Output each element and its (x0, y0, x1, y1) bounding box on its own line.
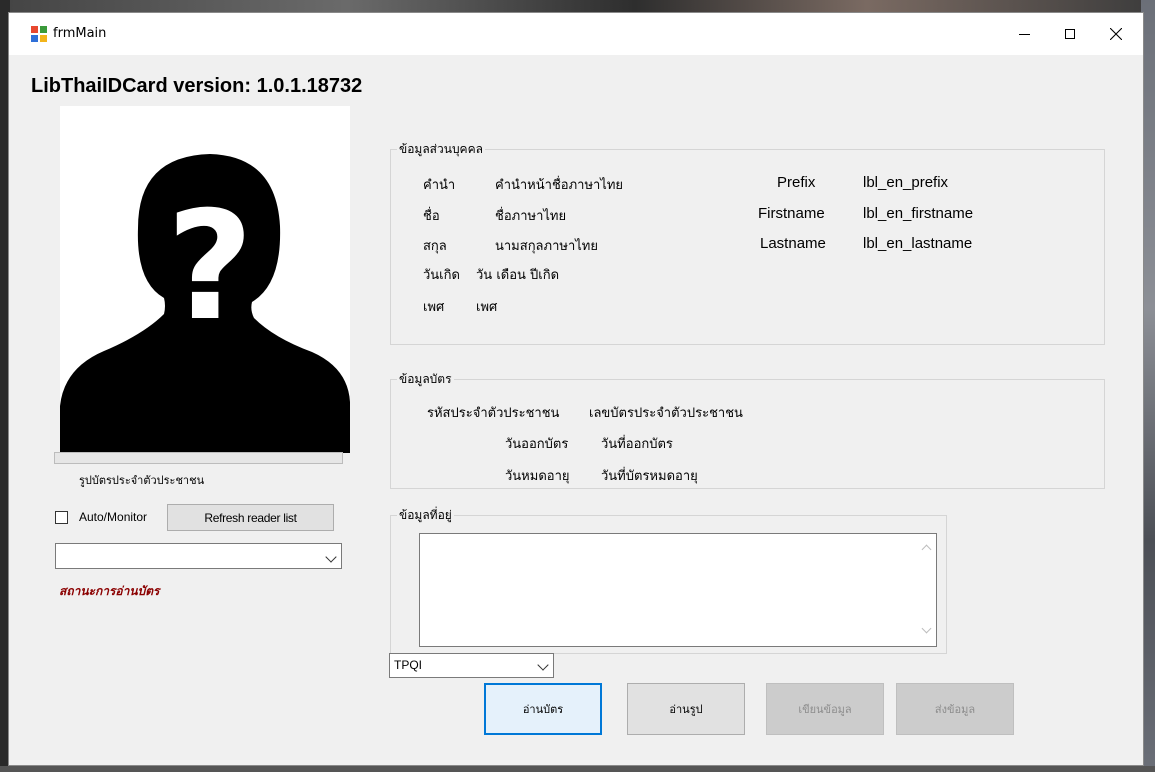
window-title: frmMain (53, 26, 107, 41)
en-firstname-value: lbl_en_firstname (863, 205, 974, 222)
reader-mode-select[interactable]: TPQI (389, 653, 554, 678)
app-version-label: LibThaiIDCard version: 1.0.1.18732 (31, 75, 363, 97)
thai-firstname-label: ชื่อ (423, 209, 440, 224)
close-button[interactable] (1093, 13, 1139, 55)
maximize-icon (1065, 29, 1075, 39)
personal-info-group: ข้อมูลส่วนบุคคล คำนำ คำนำหน้าชื่อภาษาไทย… (390, 140, 1105, 345)
card-info-legend: ข้อมูลบัตร (397, 370, 454, 389)
minimize-button[interactable] (1001, 13, 1047, 55)
photo-caption: รูปบัตรประจำตัวประชาชน (79, 474, 205, 487)
issue-date-value: วันที่ออกบัตร (601, 437, 673, 452)
main-window: frmMain LibThaiIDCard version: 1.0.1.187… (8, 12, 1144, 766)
maximize-button[interactable] (1047, 13, 1093, 55)
read-photo-button[interactable]: อ่านรูป (627, 683, 745, 735)
title-bar[interactable]: frmMain (9, 13, 1143, 55)
personal-info-legend: ข้อมูลส่วนบุคคล (397, 140, 485, 159)
issue-date-label: วันออกบัตร (505, 437, 569, 452)
en-lastname-value: lbl_en_lastname (863, 235, 973, 252)
scroll-up-icon (921, 544, 932, 555)
thai-prefix-label: คำนำ (423, 178, 456, 193)
svg-text:?: ? (166, 180, 253, 354)
write-data-button[interactable]: เขียนข้อมูล (766, 683, 884, 735)
expiry-date-value: วันที่บัตรหมดอายุ (601, 469, 698, 484)
address-scrollbar[interactable] (918, 534, 936, 646)
reader-mode-value: TPQI (394, 658, 423, 672)
en-prefix-value: lbl_en_prefix (863, 174, 949, 191)
thai-lastname-label: สกุล (423, 239, 447, 254)
photo-progress-bar (54, 452, 343, 464)
expiry-date-label: วันหมดอายุ (505, 469, 570, 484)
gender-label: เพศ (423, 300, 445, 315)
thai-prefix-value: คำนำหน้าชื่อภาษาไทย (495, 178, 624, 193)
card-info-group: ข้อมูลบัตร รหัสประจำตัวประชาชน เลขบัตรปร… (390, 370, 1105, 489)
send-data-button[interactable]: ส่งข้อมูล (896, 683, 1014, 735)
citizen-id-label: รหัสประจำตัวประชาชน (427, 406, 560, 421)
desktop-edge-bottom (0, 766, 1155, 772)
chevron-down-icon (537, 659, 549, 671)
thai-firstname-value: ชื่อภาษาไทย (495, 209, 567, 224)
close-icon (1110, 28, 1122, 40)
en-prefix-label: Prefix (777, 174, 816, 191)
reader-select[interactable] (55, 543, 342, 569)
chevron-down-icon (325, 551, 337, 563)
thai-lastname-value: นามสกุลภาษาไทย (495, 239, 598, 254)
card-photo: ? (60, 106, 350, 453)
address-group: ข้อมูลที่อยู่ (390, 506, 947, 654)
gender-value: เพศ (476, 300, 498, 315)
en-lastname-label: Lastname (760, 235, 826, 252)
minimize-icon (1018, 33, 1030, 35)
auto-monitor-checkbox[interactable] (55, 511, 68, 524)
address-legend: ข้อมูลที่อยู่ (397, 506, 454, 525)
citizen-id-value: เลขบัตรประจำตัวประชาชน (589, 406, 743, 421)
read-card-button[interactable]: อ่านบัตร (484, 683, 602, 735)
app-icon (31, 26, 47, 42)
birthdate-value: วัน เดือน ปีเกิด (476, 268, 560, 283)
person-silhouette-icon: ? (60, 106, 350, 453)
auto-monitor-label[interactable]: Auto/Monitor (79, 510, 147, 524)
read-status-label: สถานะการอ่านบัตร (59, 584, 160, 598)
en-firstname-label: Firstname (758, 205, 825, 222)
address-textarea[interactable] (419, 533, 937, 647)
birthdate-label: วันเกิด (423, 268, 460, 283)
scroll-down-icon (921, 623, 932, 634)
refresh-reader-list-button[interactable]: Refresh reader list (167, 504, 334, 531)
desktop-background (0, 0, 1155, 12)
